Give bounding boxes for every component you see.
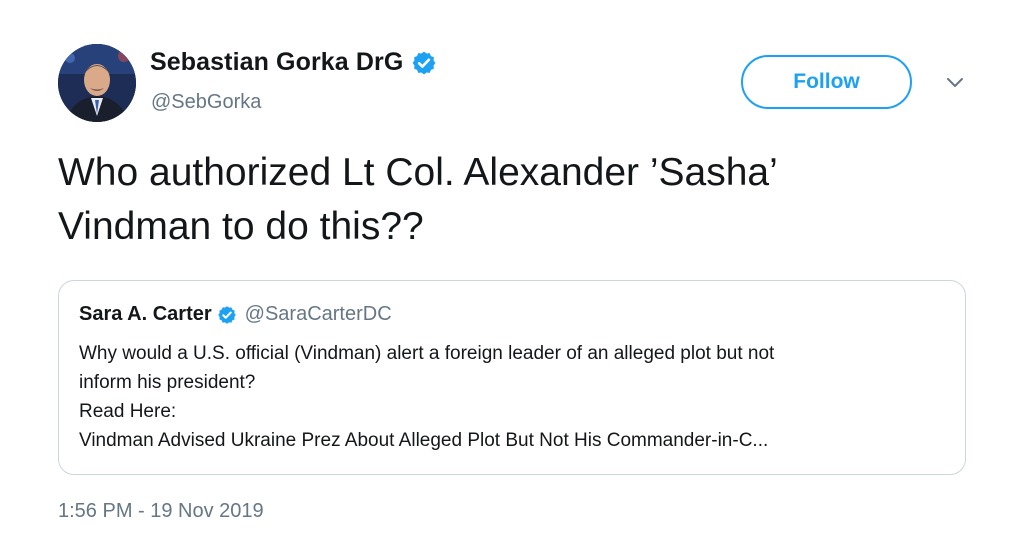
author-name-row: Sebastian Gorka DrG bbox=[150, 48, 437, 77]
quoted-text-line-1: Why would a U.S. official (Vindman) aler… bbox=[79, 343, 775, 364]
verified-badge-icon bbox=[413, 51, 436, 74]
quoted-tweet[interactable]: Sara A. Carter @SaraCarterDC Why would a… bbox=[58, 280, 966, 475]
quoted-author-handle: @SaraCarterDC bbox=[244, 303, 392, 325]
quoted-author-name: Sara A. Carter bbox=[79, 303, 212, 325]
quoted-text-line-2: inform his president? bbox=[79, 372, 256, 393]
author-display-name[interactable]: Sebastian Gorka DrG bbox=[150, 48, 403, 77]
tweet-text: Who authorized Lt Col. Alexander ’Sasha’… bbox=[58, 146, 958, 254]
avatar[interactable] bbox=[58, 44, 136, 122]
tweet-text-line-2: Vindman to do this?? bbox=[58, 205, 424, 248]
quoted-text-line-3: Read Here: bbox=[79, 401, 177, 422]
avatar-image bbox=[58, 44, 136, 122]
tweet-text-line-1: Who authorized Lt Col. Alexander ’Sasha’ bbox=[58, 151, 778, 194]
author-handle[interactable]: @SebGorka bbox=[151, 91, 261, 114]
follow-button[interactable]: Follow bbox=[741, 55, 912, 109]
tweet-timestamp[interactable]: 1:56 PM - 19 Nov 2019 bbox=[58, 500, 264, 523]
verified-badge-icon bbox=[217, 305, 236, 324]
quoted-link-title[interactable]: Vindman Advised Ukraine Prez About Alleg… bbox=[79, 426, 949, 455]
quoted-tweet-body: Why would a U.S. official (Vindman) aler… bbox=[79, 339, 949, 455]
chevron-down-icon[interactable] bbox=[945, 76, 965, 90]
quoted-tweet-header: Sara A. Carter @SaraCarterDC bbox=[79, 303, 392, 326]
